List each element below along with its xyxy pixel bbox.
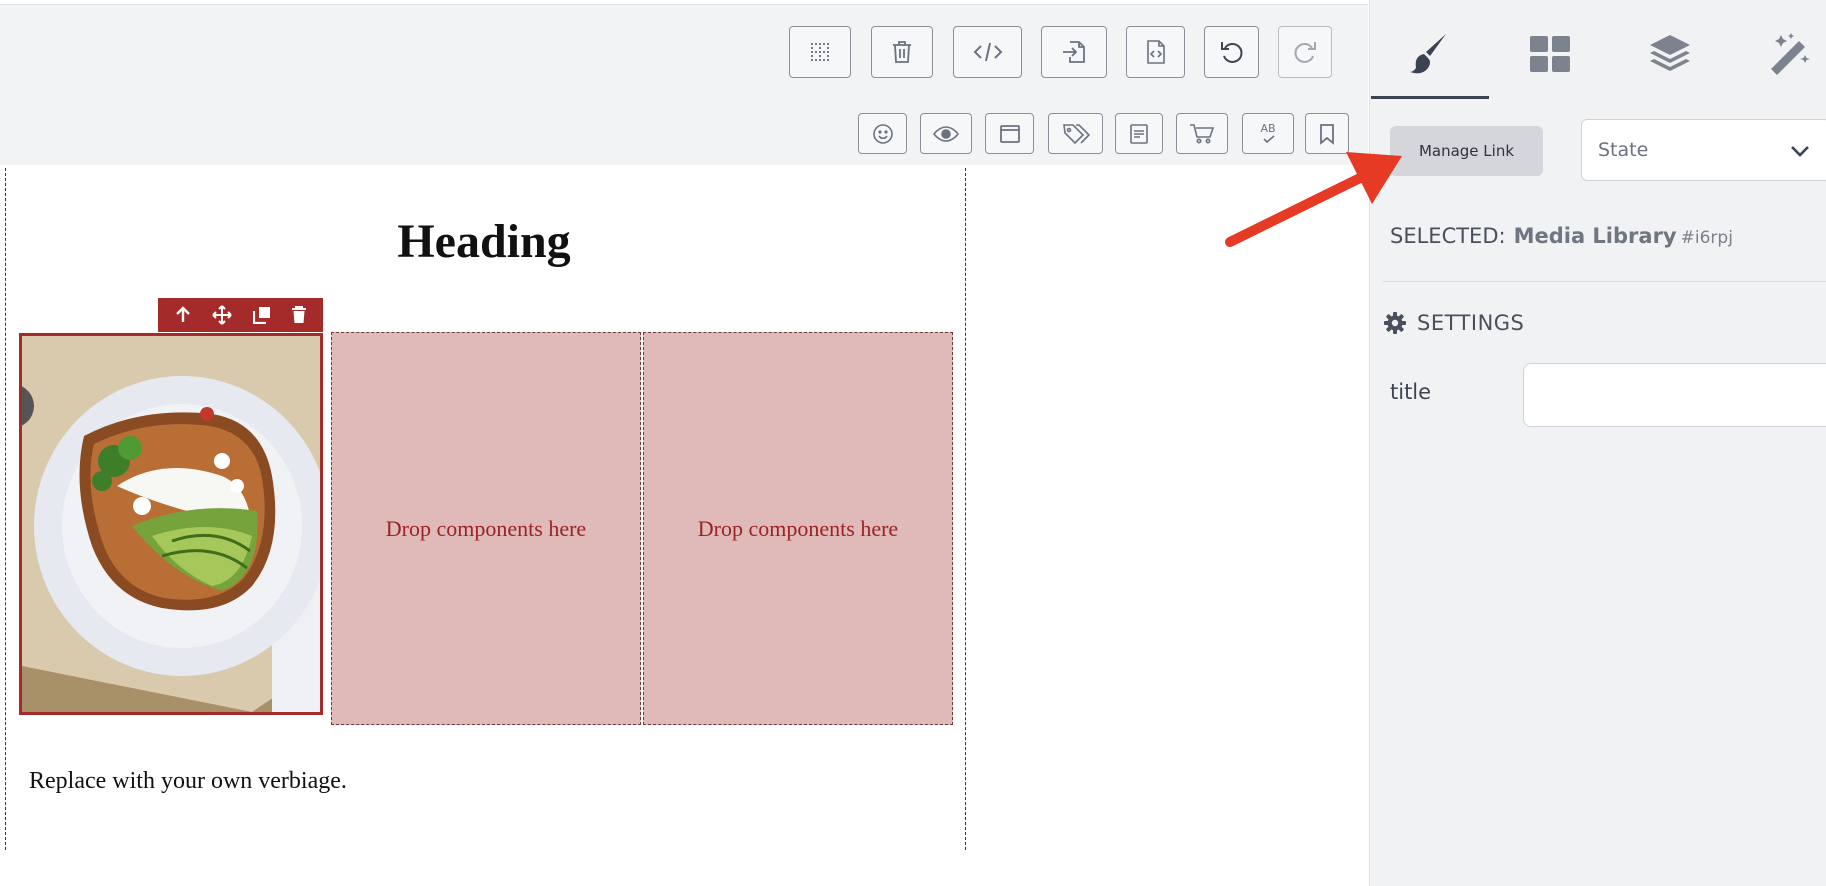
form-button[interactable] — [1115, 113, 1163, 154]
emoji-button[interactable] — [858, 113, 907, 154]
undo-button[interactable] — [1204, 26, 1259, 78]
preview-button[interactable] — [920, 113, 972, 154]
selected-component-info: SELECTED: Media Library #i6rpj — [1390, 224, 1733, 248]
layers-icon — [1650, 35, 1690, 71]
drop-zone-label: Drop components here — [697, 515, 899, 541]
media-image[interactable] — [19, 333, 323, 715]
tags-icon — [1062, 123, 1090, 144]
export-file-icon — [1146, 40, 1165, 64]
clone-icon[interactable] — [252, 306, 271, 324]
chevron-down-icon — [1791, 146, 1809, 157]
redo-icon — [1294, 42, 1316, 63]
eye-icon — [933, 125, 959, 142]
undo-icon — [1220, 42, 1242, 63]
grid-icon — [810, 42, 830, 62]
redo-button[interactable] — [1278, 26, 1332, 78]
magic-wand-icon — [1771, 33, 1810, 75]
tab-traits[interactable] — [1760, 24, 1820, 84]
drop-zone-column-2[interactable]: Drop components here — [331, 332, 641, 725]
tab-layers[interactable] — [1640, 24, 1700, 84]
title-trait-input[interactable] — [1523, 363, 1826, 427]
spellcheck-icon: AB — [1258, 121, 1278, 145]
panel-divider — [1383, 281, 1826, 282]
import-icon — [1063, 41, 1085, 63]
delete-icon[interactable] — [291, 306, 307, 324]
tab-blocks[interactable] — [1520, 24, 1580, 84]
active-tab-indicator — [1371, 96, 1489, 99]
page-heading[interactable]: Heading — [200, 212, 768, 272]
bookmark-icon — [1320, 123, 1334, 145]
avocado-toast-image — [22, 336, 320, 712]
drop-zone-column-3[interactable]: Drop components here — [643, 332, 953, 725]
annotation-arrow — [1225, 152, 1402, 247]
brush-icon — [1410, 34, 1446, 74]
state-select-label: State — [1598, 139, 1649, 161]
drop-zone-label: Drop components here — [385, 515, 587, 541]
smiley-icon — [872, 123, 893, 144]
component-toolbar — [158, 298, 323, 332]
selected-component-name: Media Library — [1513, 224, 1677, 248]
trash-icon — [893, 41, 911, 63]
move-icon[interactable] — [212, 305, 233, 325]
spellcheck-label: AB — [1260, 121, 1276, 135]
layout-window-button[interactable] — [985, 113, 1034, 154]
cart-icon — [1190, 123, 1215, 143]
tags-button[interactable] — [1048, 113, 1103, 154]
tab-style-manager[interactable] — [1400, 24, 1460, 84]
selected-component-id: #i6rpj — [1680, 228, 1733, 248]
form-icon — [1130, 123, 1148, 144]
grid-toggle-button[interactable] — [789, 26, 851, 78]
blocks-icon — [1530, 36, 1570, 72]
settings-heading: SETTINGS — [1417, 311, 1525, 335]
body-text[interactable]: Replace with your own verbiage. — [29, 768, 347, 795]
manage-link-button[interactable]: Manage Link — [1390, 126, 1543, 176]
title-trait-label: title — [1390, 380, 1432, 404]
browser-window-icon — [999, 124, 1020, 143]
settings-section-header[interactable]: SETTINGS — [1383, 311, 1524, 335]
view-code-button[interactable] — [953, 26, 1022, 78]
clear-canvas-button[interactable] — [871, 26, 933, 78]
code-icon — [973, 42, 1002, 62]
select-parent-icon[interactable] — [174, 306, 192, 324]
export-button[interactable] — [1126, 26, 1185, 78]
import-button[interactable] — [1041, 26, 1107, 78]
gear-icon — [1384, 312, 1406, 334]
